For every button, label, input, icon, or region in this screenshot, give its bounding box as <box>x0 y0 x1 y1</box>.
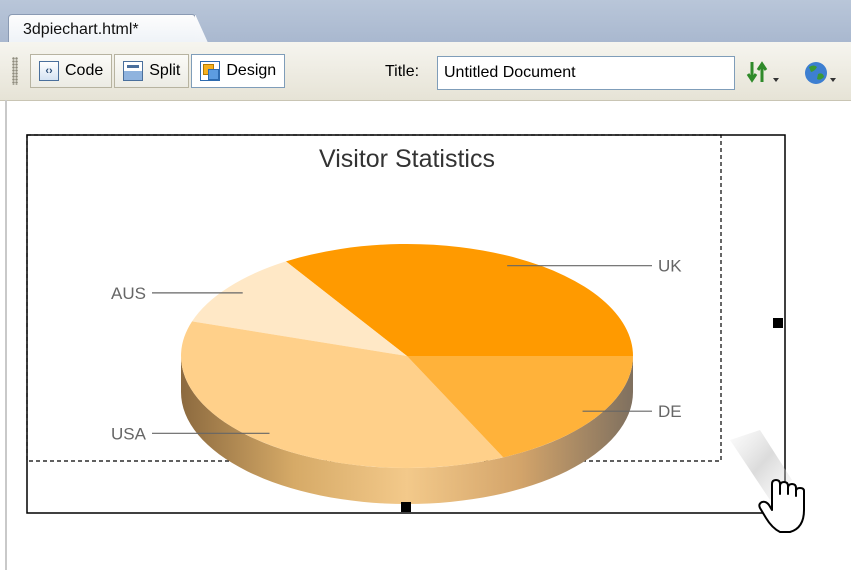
toolbar-grip[interactable] <box>12 57 18 85</box>
document-tab[interactable]: 3dpiechart.html* <box>8 14 196 44</box>
preview-in-browser-button[interactable] <box>803 58 843 88</box>
design-icon <box>200 61 221 81</box>
resize-handle-bottom[interactable] <box>401 502 411 512</box>
document-title-input[interactable] <box>437 56 735 90</box>
globe-icon <box>805 62 836 84</box>
code-view-button[interactable]: ‹› Code <box>30 54 113 88</box>
split-view-button[interactable]: Split <box>114 54 190 88</box>
code-view-label: Code <box>65 62 104 79</box>
document-tab-label: 3dpiechart.html* <box>23 21 139 38</box>
pie-chart[interactable]: UK AUS USA DE <box>111 243 682 504</box>
pie-label-aus: AUS <box>111 284 146 303</box>
view-button-group: ‹› Code Split Design <box>30 54 286 88</box>
resize-handle-right[interactable] <box>773 318 783 328</box>
split-view-label: Split <box>149 62 181 79</box>
design-view-button[interactable]: Design <box>191 54 286 88</box>
file-management-button[interactable] <box>745 58 791 88</box>
pie-label-uk: UK <box>658 257 682 276</box>
design-view-label: Design <box>226 62 277 79</box>
split-icon <box>123 61 144 81</box>
document-tab-bar: 3dpiechart.html* <box>0 0 851 44</box>
document-title-label: Title: <box>385 63 420 80</box>
chart-title: Visitor Statistics <box>319 145 495 173</box>
pie-label-usa: USA <box>111 424 147 443</box>
file-management-icon <box>746 61 779 83</box>
pie-label-de: DE <box>658 402 682 421</box>
code-icon: ‹› <box>39 61 59 81</box>
design-canvas: Visitor Statistics UK AUS USA DE <box>26 134 805 533</box>
